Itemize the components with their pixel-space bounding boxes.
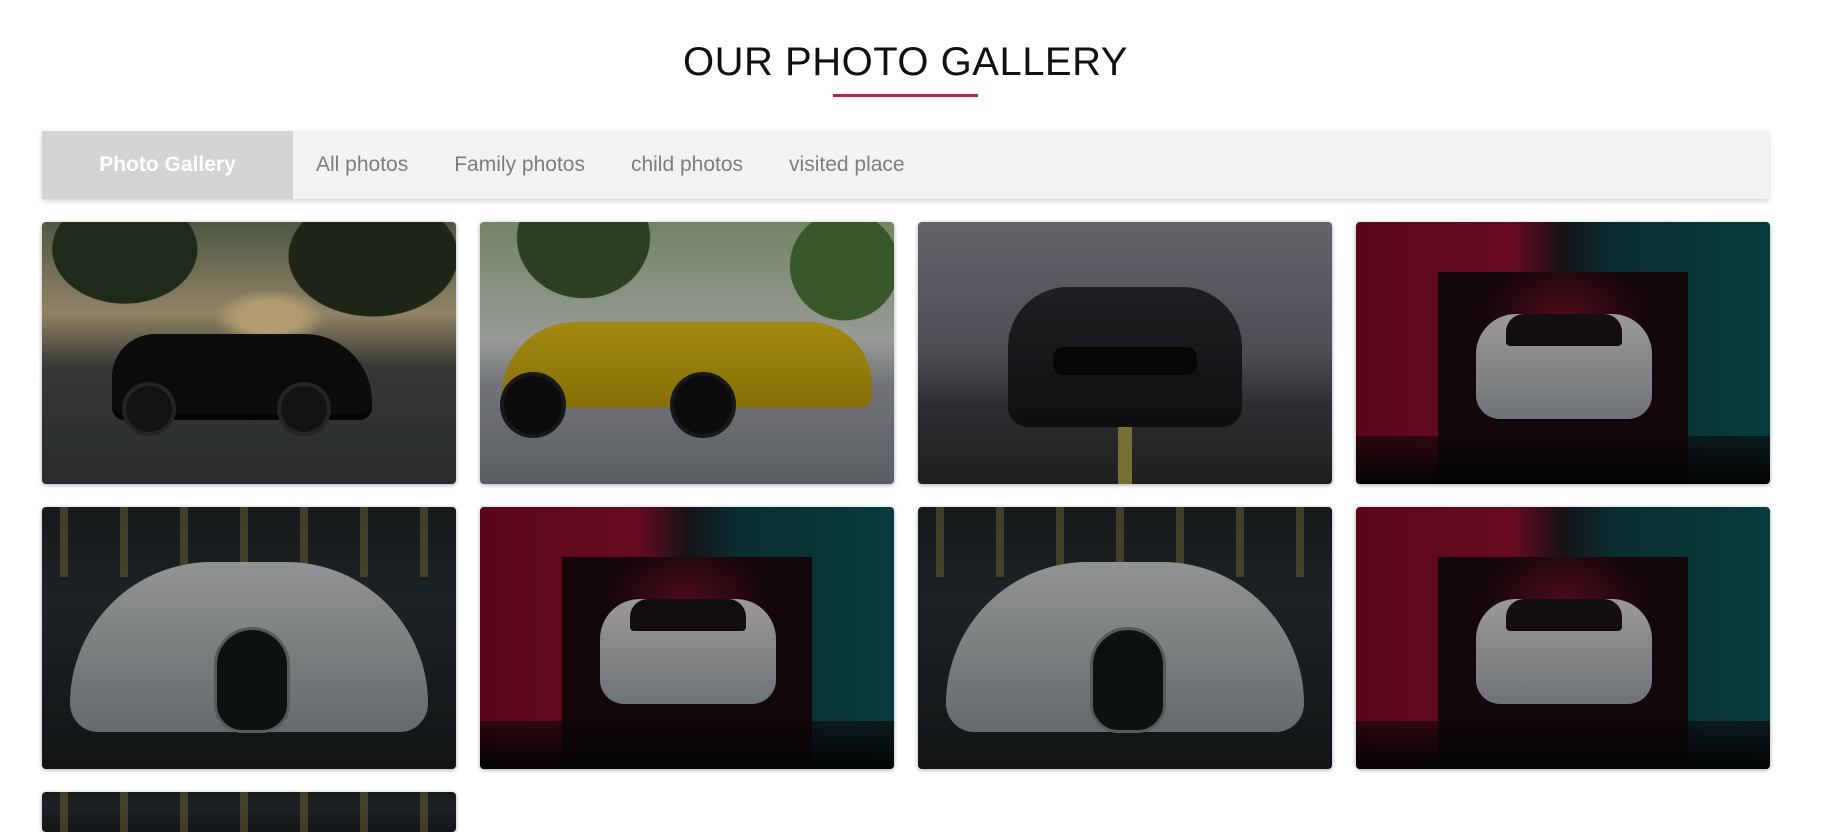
photo-overlay [1356,507,1770,769]
filter-visited-place[interactable]: visited place [789,153,905,177]
photo-overlay [42,792,456,832]
filter-brand[interactable]: Photo Gallery [42,131,293,199]
filter-items: All photos Family photos child photos vi… [293,131,951,199]
photo-tile[interactable] [1356,222,1770,484]
photo-tile[interactable] [42,222,456,484]
photo-overlay [1356,222,1770,484]
photo-overlay [918,222,1332,484]
filter-all-photos[interactable]: All photos [316,153,408,177]
photo-overlay [42,507,456,769]
photo-tile[interactable] [918,222,1332,484]
photo-tile[interactable] [480,222,894,484]
photo-tile[interactable] [480,507,894,769]
filter-family-photos[interactable]: Family photos [454,153,585,177]
photo-overlay [918,507,1332,769]
photo-tile[interactable] [42,792,456,832]
page-title: OUR PHOTO GALLERY [683,40,1128,84]
photo-overlay [42,222,456,484]
filter-child-photos[interactable]: child photos [631,153,743,177]
gallery-header: OUR PHOTO GALLERY [0,38,1811,97]
filter-bar: Photo Gallery All photos Family photos c… [42,131,1769,199]
title-underline [833,94,978,97]
photo-tile[interactable] [918,507,1332,769]
photo-tile[interactable] [1356,507,1770,769]
photo-tile[interactable] [42,507,456,769]
photo-overlay [480,222,894,484]
photo-overlay [480,507,894,769]
